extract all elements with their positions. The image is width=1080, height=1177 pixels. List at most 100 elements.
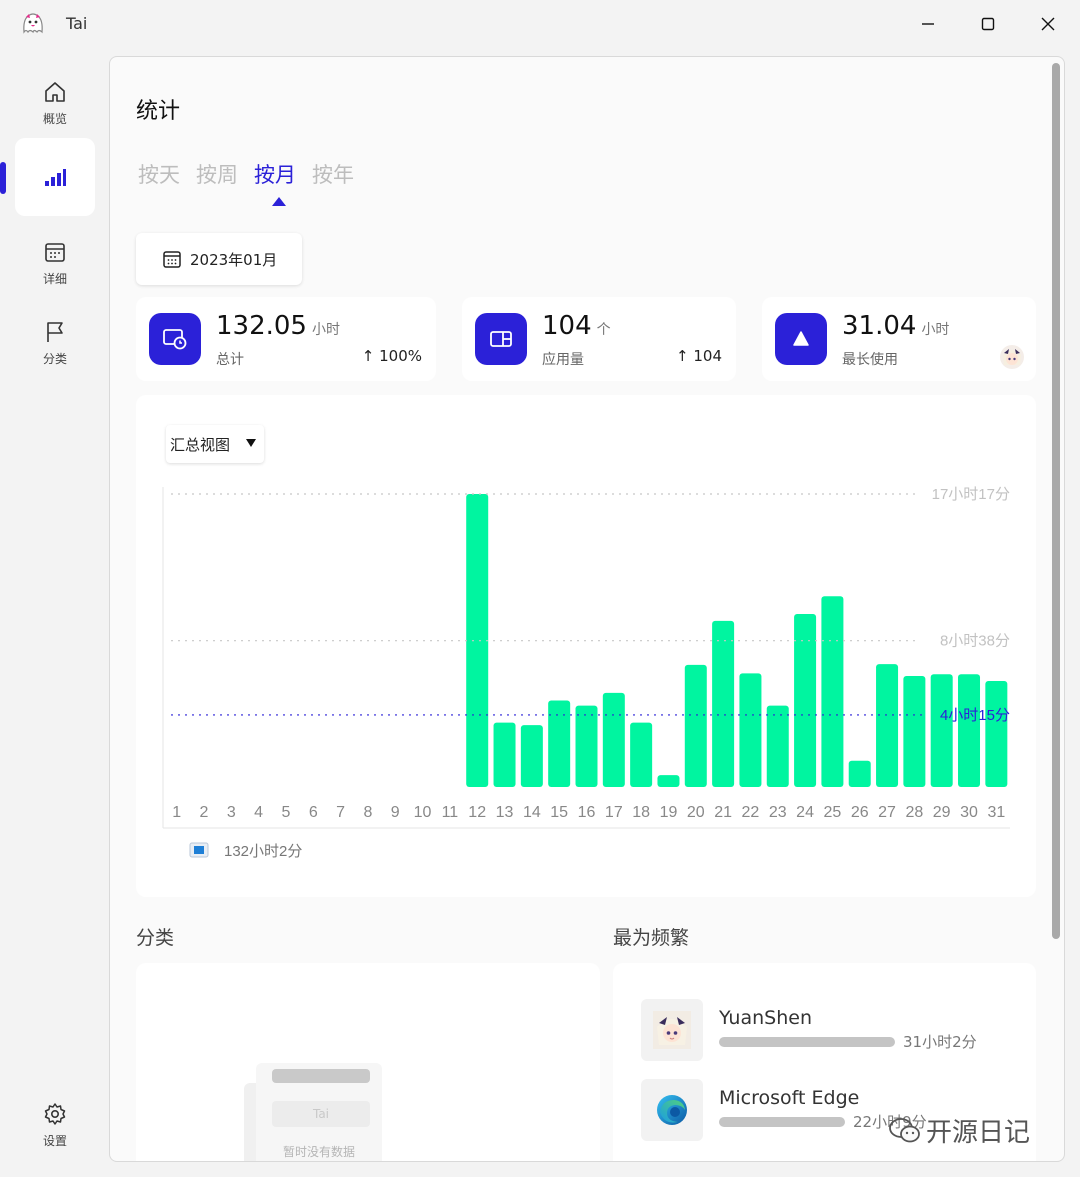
tab-day[interactable]: 按天 xyxy=(138,159,180,189)
maximize-button[interactable] xyxy=(966,8,1010,40)
total-label: 总计 xyxy=(216,352,244,368)
longest-hours-value: 31.04 xyxy=(842,311,917,341)
watermark-text: 开源日记 xyxy=(926,1118,1031,1148)
frequent-section-title: 最为频繁 xyxy=(613,927,690,949)
sidebar-item-detail[interactable]: 详细 xyxy=(15,224,95,302)
x-tick-label: 30 xyxy=(960,804,978,821)
x-tick-label: 31 xyxy=(987,804,1005,821)
chart-bar xyxy=(930,674,953,787)
legend-label: 132小时2分 xyxy=(224,843,302,860)
app-icon-box xyxy=(641,999,703,1061)
chart-bar xyxy=(520,725,543,787)
sidebar-item-label: 概览 xyxy=(42,111,67,126)
usage-bar xyxy=(719,1037,895,1047)
minimize-button[interactable] xyxy=(906,8,950,40)
sidebar-item-category[interactable]: 分类 xyxy=(15,304,95,382)
chart-bar xyxy=(848,760,871,787)
close-icon xyxy=(1041,17,1055,31)
sidebar-item-label: 设置 xyxy=(42,1133,67,1148)
x-tick-label: 22 xyxy=(742,804,760,821)
reference-label: 17小时17分 xyxy=(932,486,1010,503)
x-tick-label: 21 xyxy=(714,804,732,821)
close-button[interactable] xyxy=(1026,8,1070,40)
x-tick-label: 9 xyxy=(391,804,400,821)
chart-bar xyxy=(821,596,844,787)
empty-state-text: 暂时没有数据 xyxy=(282,1145,355,1159)
x-tick-label: 2 xyxy=(200,804,209,821)
sidebar-item-settings[interactable]: 设置 xyxy=(15,1090,95,1160)
daily-usage-bar-chart: 17小时17分8小时38分4小时15分1 2 3 4 5 6 7 8 9 10 11 12 13 14 15… xyxy=(162,486,1010,860)
x-tick-label: 18 xyxy=(632,804,650,821)
app-count-delta: ↑ 104 xyxy=(676,347,722,365)
page-title: 统计 xyxy=(136,99,181,124)
x-tick-label: 11 xyxy=(442,804,459,821)
stat-card-total: 132.05 小时 总计 ↑ 100% xyxy=(136,297,436,381)
app-window-icon xyxy=(490,331,512,347)
x-tick-label: 23 xyxy=(769,804,787,821)
list-item[interactable]: YuanShen 31小时2分 xyxy=(641,999,1031,1061)
chart-bar xyxy=(739,673,762,787)
chart-bar xyxy=(630,722,653,787)
tab-week[interactable]: 按周 xyxy=(196,159,238,189)
home-icon xyxy=(45,81,65,102)
arrow-up-icon: ↑ xyxy=(361,347,380,365)
triangle-icon xyxy=(793,331,809,346)
usage-chart-card: 汇总视图 17小时17分 8小时38分 4小时15分 1 2 3 4 5 6 7 8 9 10 11 12 1… xyxy=(136,395,1036,897)
x-tick-label: 16 xyxy=(578,804,596,821)
chart-bar xyxy=(493,722,516,787)
chart-bar xyxy=(712,620,735,787)
x-tick-label: 19 xyxy=(660,804,678,821)
active-tab-indicator xyxy=(272,197,286,206)
gear-icon xyxy=(44,1102,66,1125)
total-hours-value: 132.05 xyxy=(216,311,307,341)
tab-month[interactable]: 按月 xyxy=(254,159,296,189)
scrollbar-thumb[interactable] xyxy=(1052,63,1060,939)
month-picker[interactable]: 2023年01月 xyxy=(136,233,302,285)
app-icon-box xyxy=(641,1079,703,1141)
stat-icon-box xyxy=(775,313,827,365)
maximize-icon xyxy=(981,17,995,31)
chart-bar xyxy=(958,674,981,787)
chart-bar xyxy=(985,681,1008,787)
x-tick-label: 7 xyxy=(336,804,345,821)
sidebar-item-label: 分类 xyxy=(42,351,67,366)
longest-label: 最长使用 xyxy=(842,352,898,368)
usage-time: 31小时2分 xyxy=(903,1033,977,1051)
yuanshen-avatar-icon xyxy=(653,1011,691,1049)
bar-chart-icon xyxy=(45,169,66,186)
empty-placeholder-bar xyxy=(272,1069,370,1083)
sidebar-item-statistics[interactable] xyxy=(0,138,95,216)
sidebar-item-overview[interactable]: 概览 xyxy=(15,64,95,142)
app-name: YuanShen xyxy=(719,1007,812,1029)
tab-year[interactable]: 按年 xyxy=(312,159,354,189)
x-tick-label: 24 xyxy=(796,804,814,821)
screen-clock-icon xyxy=(163,329,187,350)
x-tick-label: 27 xyxy=(878,804,896,821)
main-panel: 统计 按天 按周 按月 按年 2023年01月 132.05 小时 总计 ↑ 10… xyxy=(109,56,1065,1162)
x-tick-label: 26 xyxy=(851,804,869,821)
x-tick-label: 4 xyxy=(254,804,263,821)
stat-icon-box xyxy=(149,313,201,365)
chart-bar xyxy=(575,705,598,787)
legend-swatch xyxy=(194,846,204,854)
yuanshen-avatar-icon xyxy=(1000,345,1024,369)
category-card: Tai 暂时没有数据 xyxy=(136,963,600,1161)
chart-bar xyxy=(602,692,625,787)
x-tick-label: 8 xyxy=(363,804,372,821)
period-tabs: 按天 按周 按月 按年 xyxy=(138,159,354,189)
x-tick-label: 10 xyxy=(414,804,432,821)
window-title: Tai xyxy=(66,14,88,33)
edge-icon xyxy=(657,1095,687,1125)
app-logo-icon xyxy=(23,13,43,34)
usage-bar xyxy=(719,1117,845,1127)
x-tick-label: 17 xyxy=(605,804,623,821)
x-tick-label: 6 xyxy=(309,804,318,821)
sidebar-item-label: 详细 xyxy=(42,271,67,286)
chart-bar xyxy=(903,675,926,787)
x-tick-label: 1 xyxy=(172,804,181,821)
x-tick-label: 13 xyxy=(496,804,514,821)
chart-bar xyxy=(876,664,899,787)
chart-bar xyxy=(794,614,817,787)
x-tick-label: 14 xyxy=(523,804,541,821)
x-tick-label: 29 xyxy=(933,804,951,821)
